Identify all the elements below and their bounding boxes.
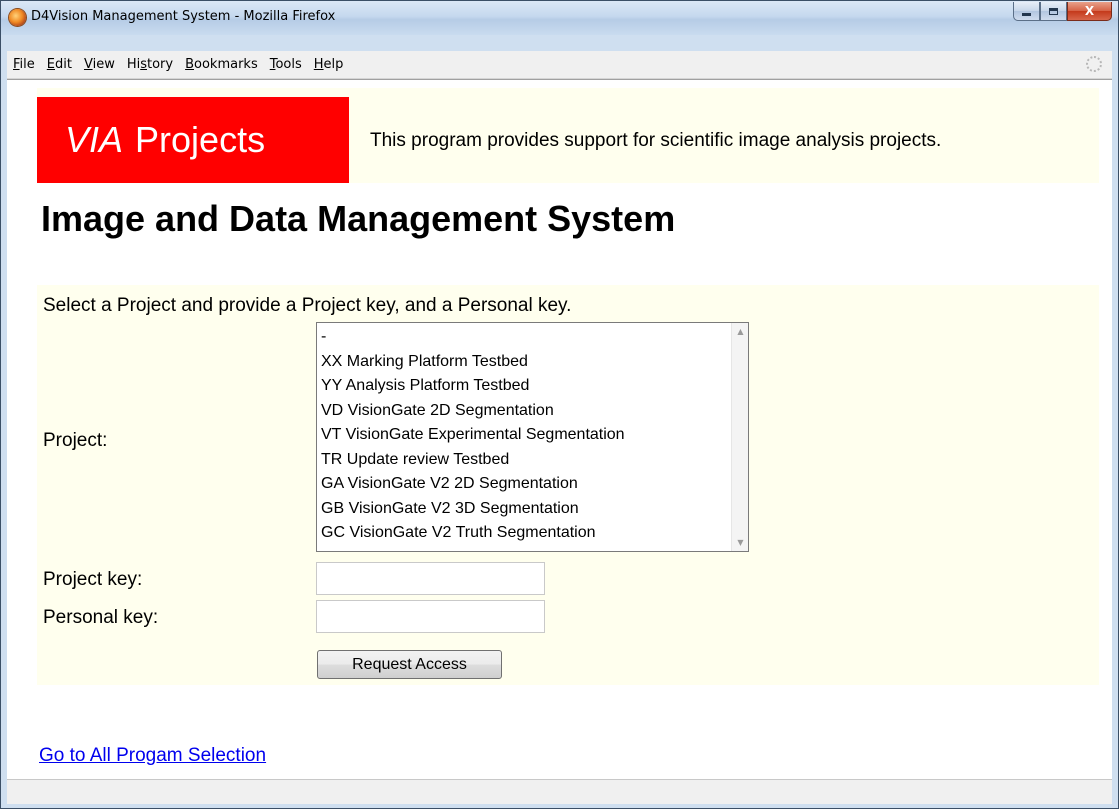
browser-window: D4Vision Management System - Mozilla Fir… [0, 0, 1119, 809]
title-bar[interactable]: D4Vision Management System - Mozilla Fir… [1, 1, 1118, 35]
project-label: Project: [43, 430, 108, 451]
firefox-icon [9, 9, 26, 26]
close-icon: X [1084, 4, 1095, 18]
menu-view[interactable]: View [78, 57, 121, 72]
scroll-up-icon[interactable]: ▲ [732, 323, 748, 340]
project-option[interactable]: GA VisionGate V2 2D Segmentation [317, 472, 748, 497]
menu-bar: File Edit View History Bookmarks Tools H… [7, 51, 1112, 79]
project-option[interactable]: TR Update review Testbed [317, 448, 748, 473]
project-option[interactable]: GB VisionGate V2 3D Segmentation [317, 497, 748, 522]
menu-file[interactable]: File [7, 57, 41, 72]
scroll-down-icon[interactable]: ▼ [732, 534, 748, 551]
minimize-button[interactable] [1013, 2, 1040, 21]
all-program-selection-link[interactable]: Go to All Progam Selection [39, 745, 266, 767]
project-key-label: Project key: [43, 569, 143, 590]
listbox-scrollbar[interactable]: ▲ ▼ [731, 323, 748, 551]
project-option[interactable]: GC VisionGate V2 Truth Segmentation [317, 521, 748, 546]
personal-key-input[interactable] [316, 600, 545, 633]
loading-throbber-icon [1086, 56, 1102, 72]
maximize-button[interactable] [1040, 2, 1067, 21]
request-access-button[interactable]: Request Access [317, 650, 502, 679]
project-listbox[interactable]: - XX Marking Platform Testbed YY Analysis … [316, 322, 749, 552]
via-projects-logo: VIA Projects [37, 97, 349, 183]
project-option[interactable]: VD VisionGate 2D Segmentation [317, 399, 748, 424]
minimize-icon [1022, 12, 1031, 16]
project-option[interactable]: VT VisionGate Experimental Segmentation [317, 423, 748, 448]
maximize-icon [1049, 7, 1058, 15]
header-banner: VIA Projects This program provides suppo… [37, 88, 1099, 183]
project-options: - XX Marking Platform Testbed YY Analysis … [317, 323, 748, 546]
menu-tools[interactable]: Tools [264, 57, 308, 72]
menu-bookmarks[interactable]: Bookmarks [179, 57, 264, 72]
project-option[interactable]: YY Analysis Platform Testbed [317, 374, 748, 399]
status-bar [7, 779, 1112, 804]
menu-help[interactable]: Help [308, 57, 350, 72]
access-form: Select a Project and provide a Project k… [37, 285, 1099, 685]
form-instructions: Select a Project and provide a Project k… [43, 295, 572, 316]
window-controls: X [1013, 2, 1112, 22]
window-title: D4Vision Management System - Mozilla Fir… [31, 9, 336, 24]
menu-edit[interactable]: Edit [41, 57, 78, 72]
project-option[interactable]: XX Marking Platform Testbed [317, 350, 748, 375]
page-title: Image and Data Management System [41, 198, 676, 239]
banner-tagline: This program provides support for scient… [370, 130, 942, 151]
close-button[interactable]: X [1067, 2, 1112, 21]
personal-key-label: Personal key: [43, 607, 159, 628]
menu-history[interactable]: History [121, 57, 179, 72]
project-key-input[interactable] [316, 562, 545, 595]
page-content: VIA Projects This program provides suppo… [7, 79, 1112, 780]
project-option[interactable]: - [317, 325, 748, 350]
